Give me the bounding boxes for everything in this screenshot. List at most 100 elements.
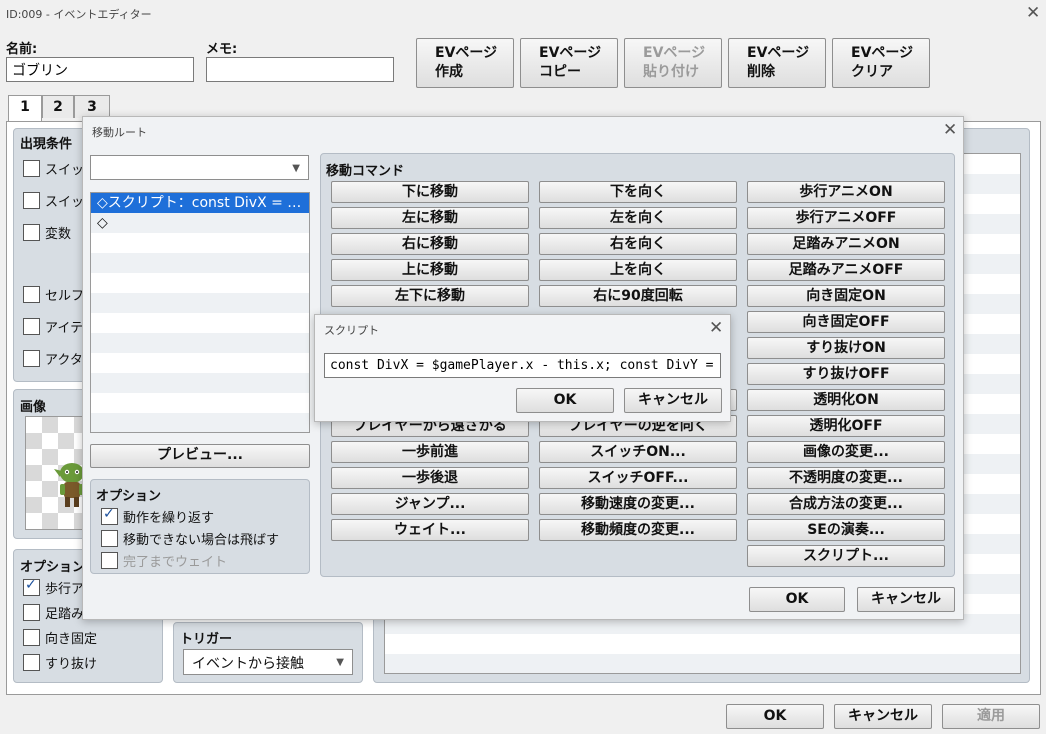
move-command-button[interactable]: すり抜けOFF <box>747 363 945 385</box>
checkbox[interactable] <box>101 530 118 547</box>
tab-1[interactable]: 1 <box>8 95 42 122</box>
condition-checkbox[interactable]: アクタ <box>23 349 83 368</box>
script-close-icon[interactable]: ✕ <box>709 320 723 337</box>
option-checkbox[interactable]: すり抜け <box>23 653 97 672</box>
route-cancel-button[interactable]: キャンセル <box>857 587 955 612</box>
condition-checkbox[interactable]: スイッ <box>23 191 84 210</box>
route-options-title: オプション <box>96 489 162 504</box>
button-label-line2: コピー <box>539 64 581 80</box>
move-command-button[interactable]: 足踏みアニメOFF <box>747 259 945 281</box>
move-command-button[interactable]: 移動頻度の変更... <box>539 519 737 541</box>
route-option-checkbox[interactable]: 動作を繰り返す <box>101 506 215 526</box>
move-command-button[interactable]: 右に移動 <box>331 233 529 255</box>
move-command-button[interactable]: 歩行アニメON <box>747 181 945 203</box>
condition-checkbox[interactable]: アイテ <box>23 317 83 336</box>
script-input[interactable] <box>324 353 721 378</box>
script-dialog-title: スクリプト <box>324 324 379 337</box>
ev-page-button[interactable]: EVページコピー <box>520 38 618 88</box>
move-command-button[interactable]: 下を向く <box>539 181 737 203</box>
ev-page-button[interactable]: EVページクリア <box>832 38 930 88</box>
checkbox-label: 歩行ア <box>45 582 85 597</box>
route-option-checkbox[interactable]: 移動できない場合は飛ばす <box>101 529 279 548</box>
checkbox[interactable] <box>101 552 118 569</box>
move-command-button[interactable]: 透明化OFF <box>747 415 945 437</box>
checkbox[interactable] <box>101 506 118 525</box>
checkbox-label: アクタ <box>45 353 83 368</box>
list-item[interactable]: ◇スクリプト：const DivX = … <box>91 193 309 213</box>
tab-2[interactable]: 2 <box>42 95 74 118</box>
checkbox[interactable] <box>23 654 40 671</box>
character-image-box[interactable] <box>25 416 90 530</box>
checkbox[interactable] <box>23 160 40 177</box>
checkbox[interactable] <box>23 192 40 209</box>
move-command-button[interactable]: すり抜けON <box>747 337 945 359</box>
move-command-button[interactable]: SEの演奏... <box>747 519 945 541</box>
checkbox[interactable] <box>23 286 40 303</box>
move-command-button[interactable]: スクリプト... <box>747 545 945 567</box>
move-command-button[interactable]: 左を向く <box>539 207 737 229</box>
checkbox-label: 移動できない場合は飛ばす <box>123 533 280 548</box>
move-command-button[interactable]: 透明化ON <box>747 389 945 411</box>
route-list[interactable]: ◇スクリプト：const DivX = … ◇ <box>90 192 310 433</box>
move-command-button[interactable]: 上に移動 <box>331 259 529 281</box>
trigger-dropdown[interactable]: イベントから接触 ▼ <box>183 649 353 675</box>
ev-page-button[interactable]: EVページ 作成 <box>416 38 514 88</box>
button-label-line1: EVページ <box>851 45 914 61</box>
move-command-button[interactable]: 歩行アニメOFF <box>747 207 945 229</box>
move-command-button[interactable]: 一歩後退 <box>331 467 529 489</box>
ev-page-button[interactable]: EVページ 削除 <box>728 38 826 88</box>
image-title: 画像 <box>20 400 47 415</box>
preview-button[interactable]: プレビュー... <box>90 444 310 468</box>
memo-input[interactable] <box>206 57 394 82</box>
checkbox-label: 動作を繰り返す <box>123 511 215 526</box>
condition-checkbox[interactable]: スイッ <box>23 159 84 178</box>
close-icon[interactable]: ✕ <box>1026 5 1040 22</box>
script-ok-button[interactable]: OK <box>516 388 614 413</box>
checkbox-label: 変数 <box>45 227 72 242</box>
checkbox[interactable] <box>23 577 40 596</box>
move-route-close-icon[interactable]: ✕ <box>943 122 957 139</box>
move-command-button[interactable]: 移動速度の変更... <box>539 493 737 515</box>
checkbox[interactable] <box>23 604 40 621</box>
move-command-button[interactable]: ジャンプ... <box>331 493 529 515</box>
route-ok-button[interactable]: OK <box>749 587 845 612</box>
option-checkbox[interactable]: 向き固定 <box>23 628 97 647</box>
move-command-button[interactable]: 合成方法の変更... <box>747 493 945 515</box>
move-command-button[interactable]: 右を向く <box>539 233 737 255</box>
move-command-button[interactable]: 向き固定OFF <box>747 311 945 333</box>
move-command-button[interactable]: ウェイト... <box>331 519 529 541</box>
move-command-button[interactable]: 画像の変更... <box>747 441 945 463</box>
move-command-button[interactable]: 一歩前進 <box>331 441 529 463</box>
button-label-line1: EVページ <box>539 45 602 61</box>
option-checkbox[interactable]: 足踏み <box>23 603 84 622</box>
move-command-button[interactable]: 下に移動 <box>331 181 529 203</box>
name-input[interactable] <box>6 57 194 82</box>
move-command-button[interactable]: 左に移動 <box>331 207 529 229</box>
checkbox[interactable] <box>23 224 40 241</box>
move-command-button[interactable]: 左下に移動 <box>331 285 529 307</box>
ev-page-button[interactable]: EVページ 貼り付け <box>624 38 722 88</box>
condition-checkbox[interactable]: 変数 <box>23 223 71 242</box>
target-dropdown[interactable]: ▼ <box>90 155 309 180</box>
apply-button[interactable]: 適用 <box>942 704 1040 729</box>
condition-checkbox[interactable]: セルフ <box>23 285 84 304</box>
list-item[interactable]: ◇ <box>91 213 309 233</box>
checkbox-label: スイッ <box>45 163 85 178</box>
checkbox[interactable] <box>23 629 40 646</box>
move-command-button[interactable]: スイッチOFF... <box>539 467 737 489</box>
move-command-button[interactable]: 向き固定ON <box>747 285 945 307</box>
checkbox[interactable] <box>23 350 40 367</box>
move-command-button[interactable]: スイッチON... <box>539 441 737 463</box>
script-cancel-button[interactable]: キャンセル <box>624 388 722 413</box>
cancel-button[interactable]: キャンセル <box>834 704 932 729</box>
move-command-button[interactable]: 不透明度の変更... <box>747 467 945 489</box>
option-checkbox[interactable]: 歩行ア <box>23 577 85 597</box>
button-label-line2: クリア <box>851 64 893 80</box>
ok-button[interactable]: OK <box>726 704 824 729</box>
route-option-checkbox[interactable]: 完了までウェイト <box>101 551 227 570</box>
move-command-button[interactable]: 上を向く <box>539 259 737 281</box>
move-command-button[interactable]: 足踏みアニメON <box>747 233 945 255</box>
tab-3[interactable]: 3 <box>74 95 110 118</box>
checkbox[interactable] <box>23 318 40 335</box>
move-command-button[interactable]: 右に90度回転 <box>539 285 737 307</box>
